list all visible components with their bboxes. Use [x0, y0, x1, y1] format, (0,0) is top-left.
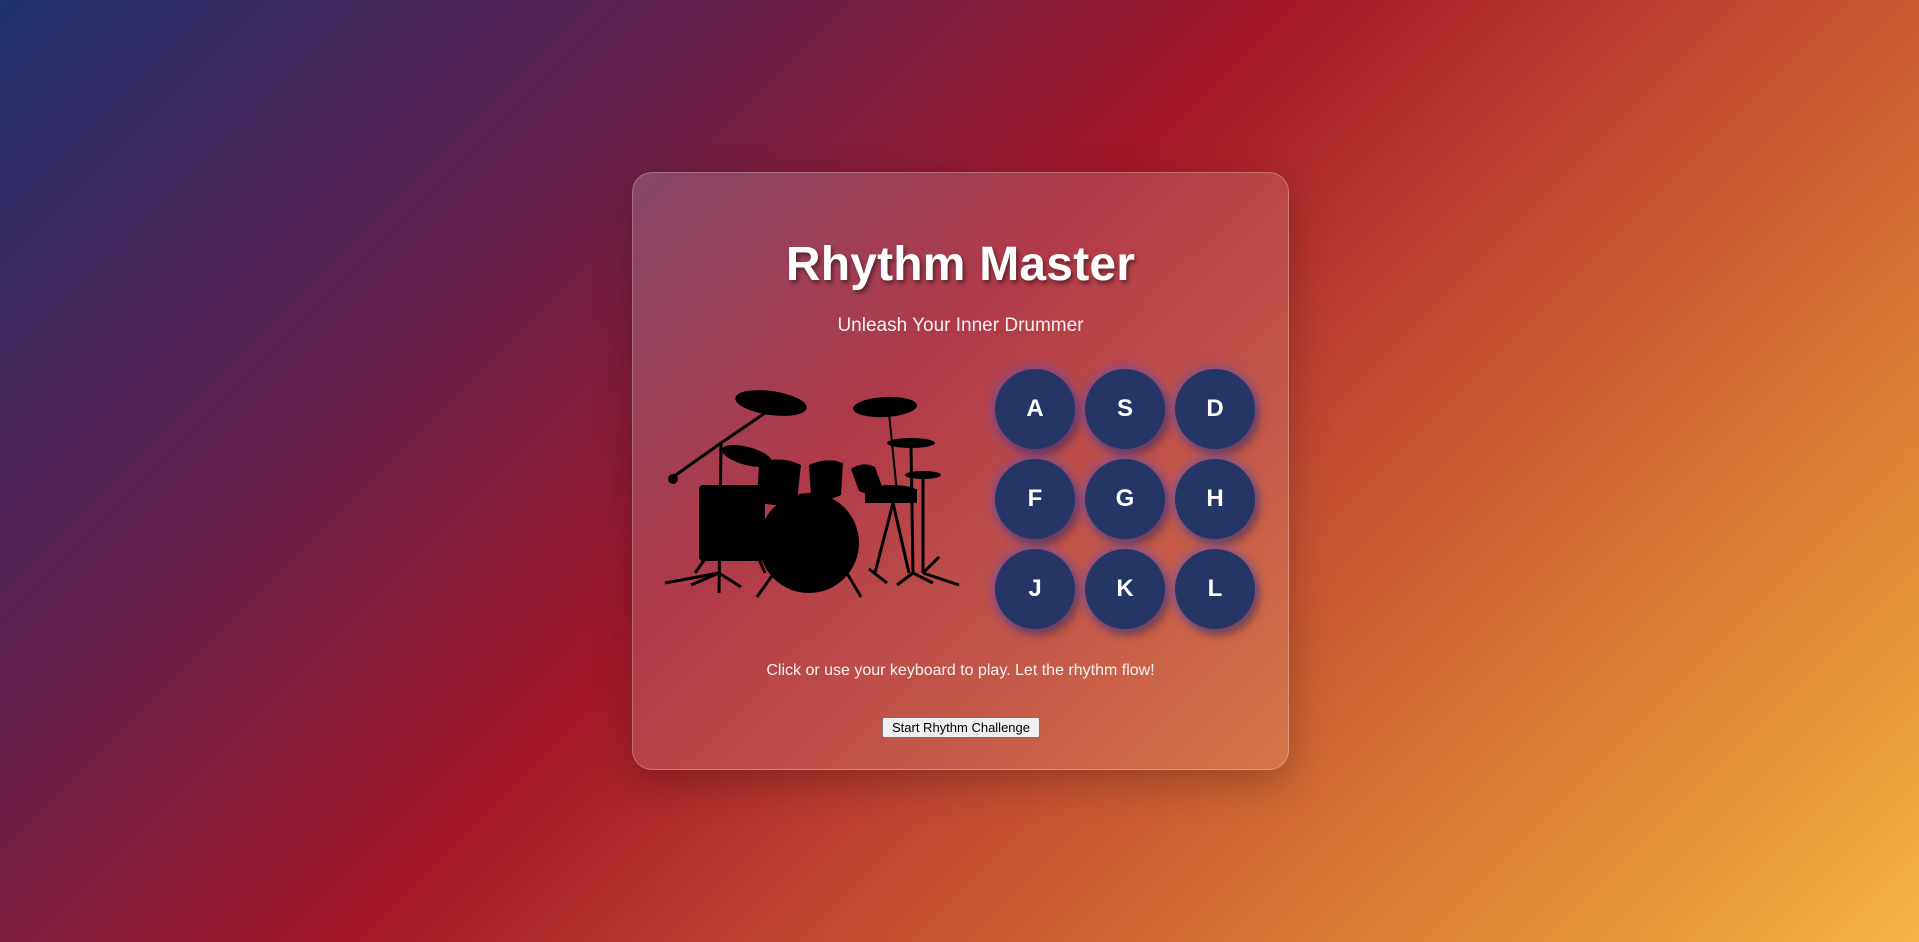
drum-pad-a[interactable]: A — [995, 369, 1075, 449]
drum-pad-k[interactable]: K — [1085, 549, 1165, 629]
drum-pad-f[interactable]: F — [995, 459, 1075, 539]
page-title: Rhythm Master — [785, 238, 1136, 291]
game-card: Rhythm Master Unleash Your Inner Drummer — [632, 172, 1289, 770]
page-subtitle: Unleash Your Inner Drummer — [837, 315, 1084, 336]
drum-pad-s[interactable]: S — [1085, 369, 1165, 449]
start-challenge-button[interactable]: Start Rhythm Challenge — [882, 717, 1040, 738]
drum-pad-d[interactable]: D — [1175, 369, 1255, 449]
drum-pad-g[interactable]: G — [1085, 459, 1165, 539]
drum-kit-icon — [664, 390, 960, 598]
drum-pad-h[interactable]: H — [1175, 459, 1255, 539]
instructions-text: Click or use your keyboard to play. Let … — [766, 662, 1155, 679]
drum-pad-grid: A S D F G H J K L — [995, 369, 1255, 629]
drum-pad-l[interactable]: L — [1175, 549, 1255, 629]
drum-pad-j[interactable]: J — [995, 549, 1075, 629]
